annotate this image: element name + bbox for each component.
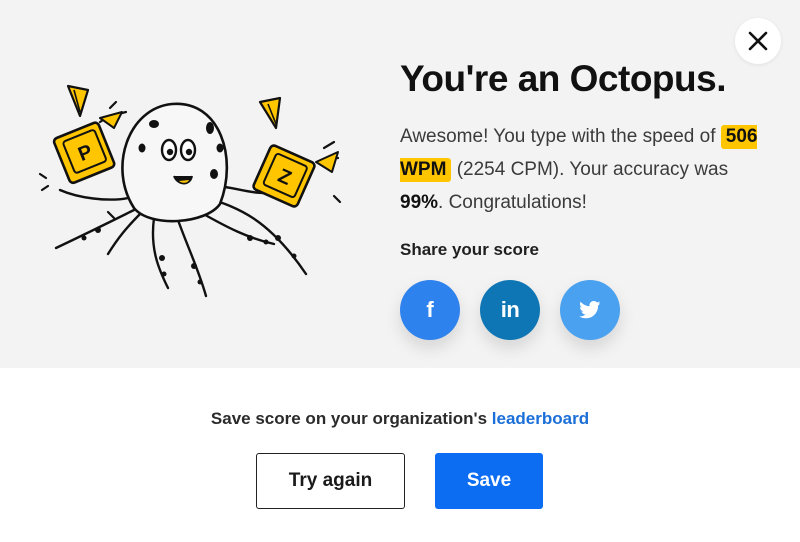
facebook-icon: f [426,297,434,322]
result-title: You're an Octopus. [400,58,727,99]
accuracy-value: 99% [400,192,439,213]
result-description: Awesome! You type with the speed of 506 … [400,120,760,219]
description-text-2: (2254 CPM). Your accuracy was [451,159,729,180]
share-label: Share your score [400,240,539,259]
key-z-icon: Z [252,144,316,208]
gem-icon [99,111,123,129]
key-p-icon: P [52,121,116,185]
close-button[interactable] [735,18,781,64]
description-text-1: Awesome! You type with the speed of [400,126,721,147]
octopus-illustration: P Z [38,84,342,298]
description-text-3: . Congratulations! [438,192,587,213]
save-button[interactable]: Save [435,453,543,509]
result-panel: P Z You're an Octopus. Awesome! You type… [0,0,800,368]
linkedin-icon: in [500,297,520,322]
share-linkedin-button[interactable]: in [480,280,540,340]
leaderboard-text: Save score on your organization's [210,409,492,428]
gem-icon [258,96,282,130]
gem-icon [315,151,339,173]
close-icon [748,31,768,51]
gem-icon [66,84,90,118]
result-modal: P Z You're an Octopus. Awesome! You type… [0,0,800,542]
leaderboard-link[interactable]: leaderboard [492,409,589,428]
share-facebook-button[interactable]: f [400,280,460,340]
try-again-button[interactable]: Try again [256,453,405,509]
twitter-icon [579,301,601,319]
share-twitter-button[interactable] [560,280,620,340]
leaderboard-prompt: Save score on your organization's leader… [0,409,800,429]
